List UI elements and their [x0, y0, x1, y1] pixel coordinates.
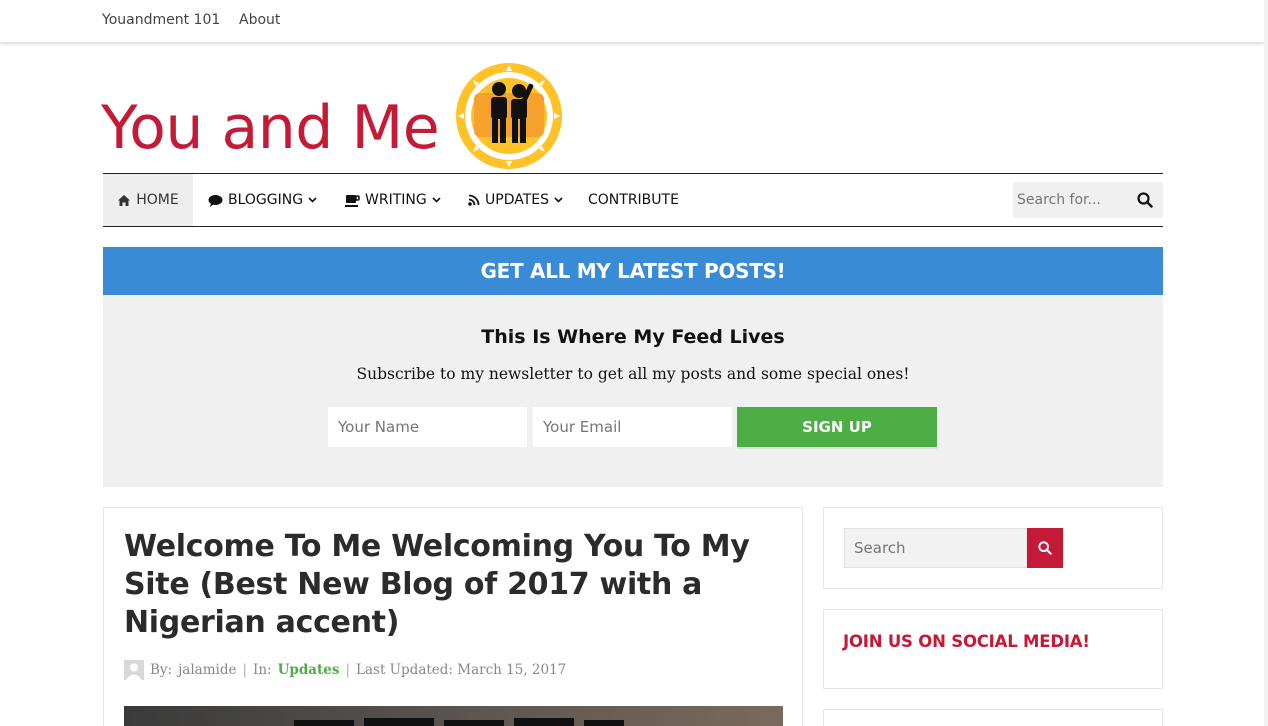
search-icon[interactable] [1137, 192, 1153, 208]
meta-separator: | [345, 662, 350, 678]
nav-item-blogging[interactable]: BLOGGING [208, 174, 317, 226]
sidebar-social-widget: JOIN US ON SOCIAL MEDIA! [823, 609, 1163, 689]
featured-image-graphic [294, 718, 624, 726]
nav-item-updates[interactable]: UPDATES [468, 174, 563, 226]
main-navigation: HOME BLOGGING WRITING UPDATES CONTRIBUTE [103, 173, 1163, 227]
optin-title: This Is Where My Feed Lives [481, 326, 785, 348]
meta-separator: | [242, 662, 248, 678]
sidebar-search-input[interactable] [844, 528, 1027, 568]
article-title[interactable]: Welcome To Me Welcoming You To My Site (… [124, 528, 792, 642]
social-heading: JOIN US ON SOCIAL MEDIA! [843, 632, 1090, 651]
nav-item-label: CONTRIBUTE [588, 192, 679, 208]
search-icon [1038, 541, 1052, 555]
nav-search-input[interactable] [1013, 182, 1128, 218]
optin-banner: GET ALL MY LATEST POSTS! [103, 247, 1163, 295]
nav-item-label: BLOGGING [228, 192, 304, 208]
chevron-down-icon [308, 197, 317, 203]
in-label: In: [253, 662, 272, 678]
optin-box: This Is Where My Feed Lives Subscribe to… [103, 295, 1163, 487]
nav-item-label: WRITING [365, 192, 427, 208]
nav-item-writing[interactable]: WRITING [345, 174, 441, 226]
logo-badge-icon[interactable] [454, 61, 564, 171]
site-logo-text[interactable]: You and Me [101, 88, 440, 168]
email-field[interactable] [533, 407, 732, 447]
comment-icon [208, 194, 223, 207]
chevron-down-icon [432, 197, 441, 203]
chevron-down-icon [554, 197, 563, 203]
last-updated: Last Updated: March 15, 2017 [356, 662, 567, 678]
author-name: jalamide [178, 662, 237, 678]
nav-item-home[interactable]: HOME [103, 174, 193, 226]
sidebar-widget [823, 709, 1163, 726]
sidebar-search-button[interactable] [1027, 528, 1063, 568]
user-icon [124, 660, 144, 680]
optin-subtitle: Subscribe to my newsletter to get all my… [356, 365, 910, 383]
topnav-link-about[interactable]: About [239, 12, 280, 28]
article-card: Welcome To Me Welcoming You To My Site (… [103, 507, 803, 726]
signup-button[interactable]: SIGN UP [737, 407, 937, 447]
sidebar-search-widget [823, 507, 1163, 589]
avatar[interactable] [124, 660, 144, 680]
nav-item-label: HOME [136, 192, 179, 208]
article-meta: By: jalamide | In: Updates | Last Update… [124, 660, 566, 680]
nav-item-label: UPDATES [485, 192, 549, 208]
nav-search [1013, 182, 1163, 218]
coffee-icon [345, 194, 360, 207]
by-label: By: [150, 662, 173, 678]
scrollbar[interactable] [1264, 0, 1268, 726]
topnav-link-youandment-101[interactable]: Youandment 101 [102, 12, 220, 28]
nav-item-contribute[interactable]: CONTRIBUTE [588, 174, 679, 226]
rss-icon [468, 194, 480, 206]
home-icon [118, 194, 131, 206]
top-bar: Youandment 101 About [0, 0, 1264, 43]
featured-image[interactable] [124, 706, 783, 726]
category-link[interactable]: Updates [278, 662, 340, 678]
name-field[interactable] [328, 407, 527, 447]
